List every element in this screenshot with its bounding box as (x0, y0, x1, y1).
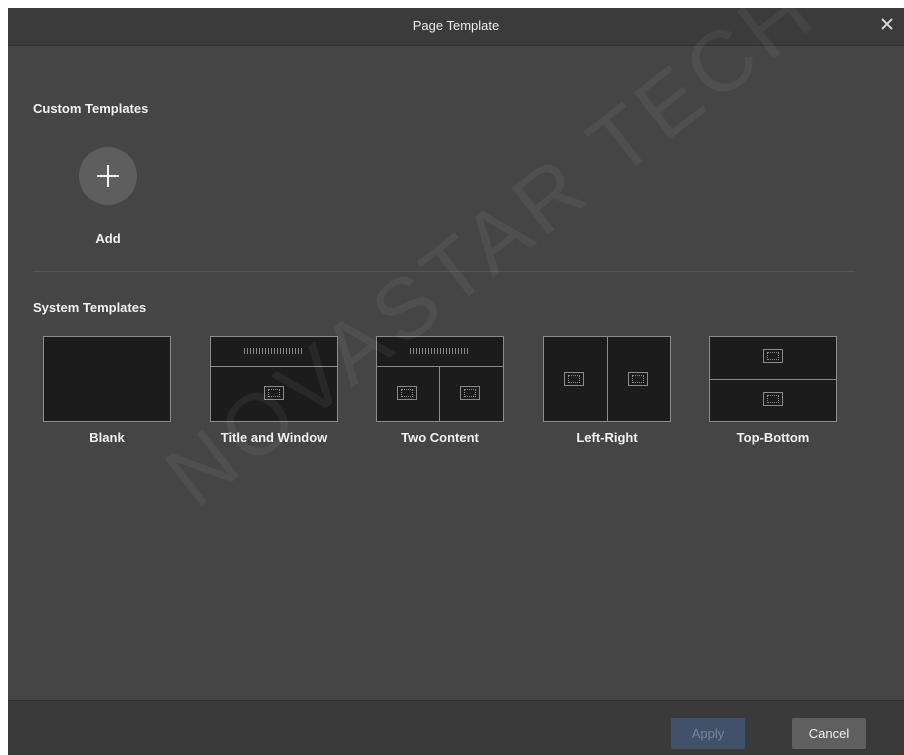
title-placeholder-icon (410, 348, 470, 354)
template-top-bottom[interactable]: Top-Bottom (709, 336, 837, 451)
close-icon[interactable] (879, 16, 895, 32)
template-two-content[interactable]: Two Content (376, 336, 504, 451)
dialog-titlebar: Page Template (8, 8, 904, 46)
apply-button[interactable]: Apply (671, 718, 745, 749)
template-left-right[interactable]: Left-Right (543, 336, 671, 451)
title-placeholder-icon (244, 348, 304, 354)
template-thumbnail-blank (43, 336, 171, 422)
template-thumbnail-left-right (543, 336, 671, 422)
add-label: Add (95, 231, 121, 246)
window-placeholder-icon (763, 349, 783, 363)
template-label: Title and Window (220, 430, 328, 445)
add-template-button[interactable] (79, 147, 137, 205)
window-placeholder-icon (264, 386, 284, 400)
window-placeholder-icon (397, 386, 417, 400)
section-divider (33, 271, 855, 272)
template-label: Two Content (401, 430, 479, 445)
template-label: Left-Right (576, 430, 638, 445)
template-thumbnail-title-and-window (210, 336, 338, 422)
template-blank[interactable]: Blank (43, 336, 171, 451)
dialog-footer: Apply Cancel (8, 700, 904, 755)
page-template-dialog: Page Template Custom Templates Add Syste… (8, 8, 904, 755)
system-templates-heading: System Templates (33, 300, 147, 315)
custom-templates-heading: Custom Templates (33, 101, 149, 116)
template-title-and-window[interactable]: Title and Window (210, 336, 338, 451)
cancel-button[interactable]: Cancel (792, 718, 866, 749)
template-label: Top-Bottom (736, 430, 810, 445)
template-thumbnail-top-bottom (709, 336, 837, 422)
template-label: Blank (89, 430, 125, 445)
window-placeholder-icon (763, 392, 783, 406)
dialog-title: Page Template (412, 18, 500, 33)
window-placeholder-icon (564, 372, 584, 386)
window-placeholder-icon (628, 372, 648, 386)
window-placeholder-icon (460, 386, 480, 400)
template-thumbnail-two-content (376, 336, 504, 422)
